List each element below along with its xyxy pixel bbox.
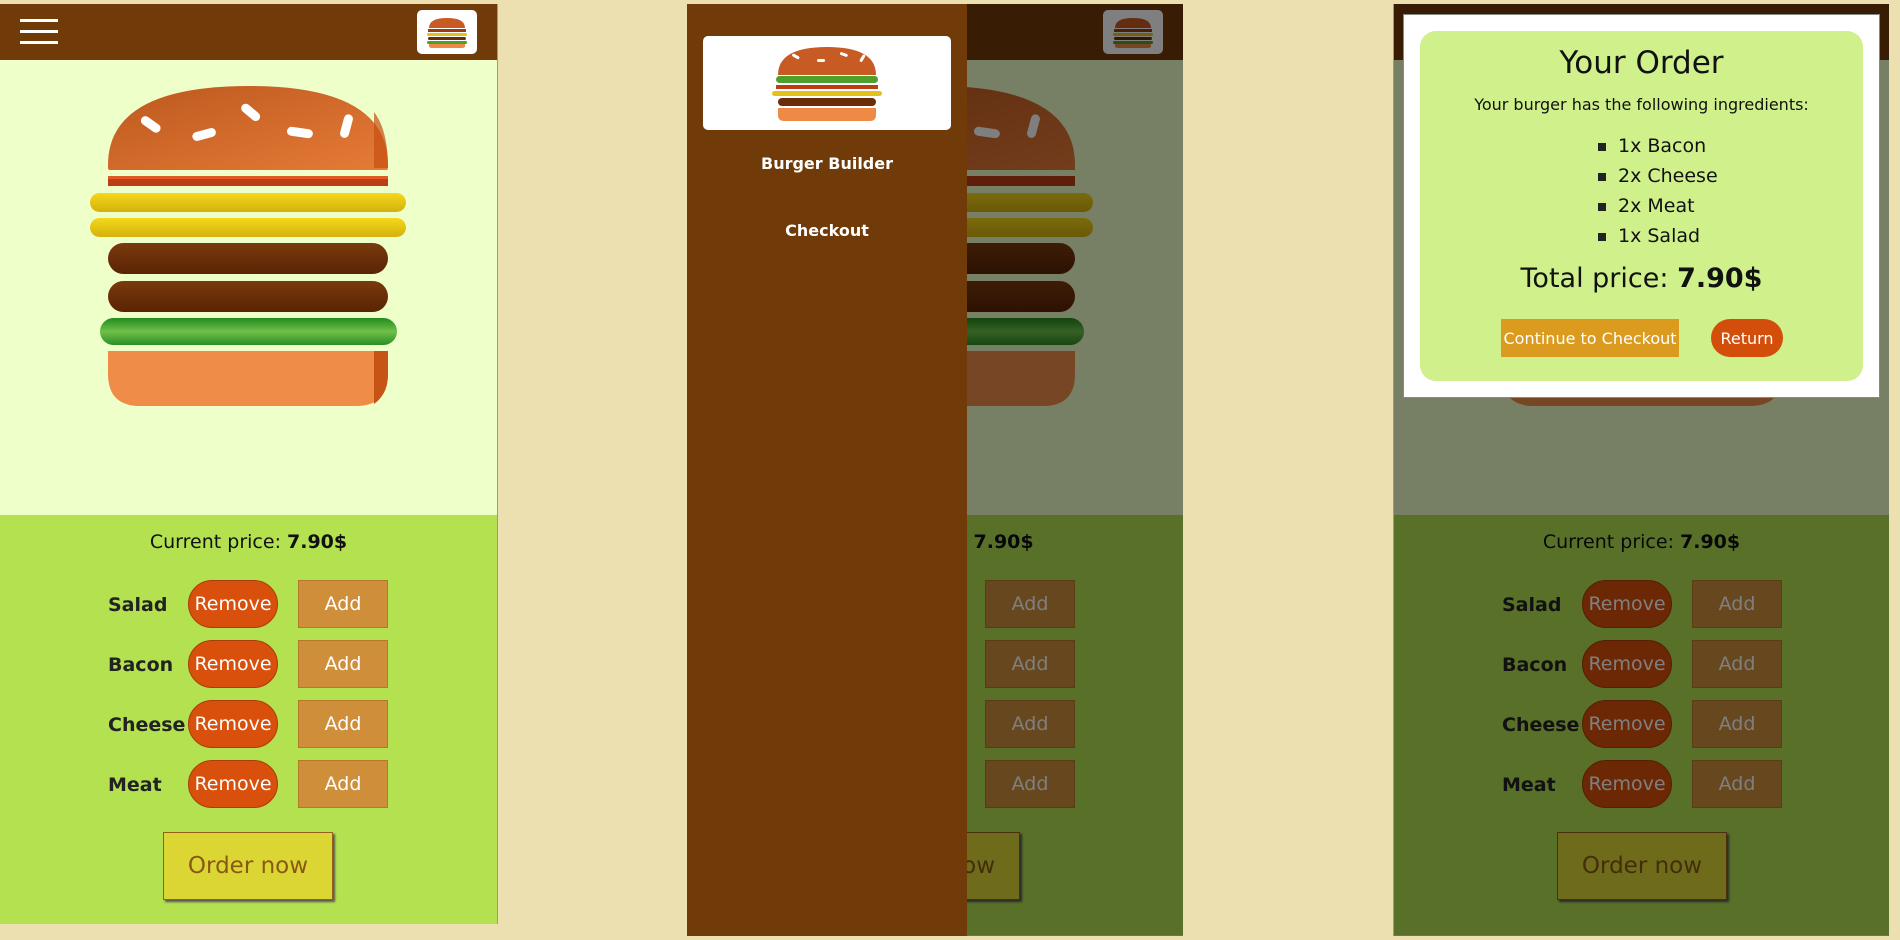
add-cheese-button[interactable]: Add — [298, 700, 388, 748]
burger-illustration — [90, 86, 406, 406]
control-row-meat: Meat Remove Add — [108, 760, 398, 808]
list-item: 1x Bacon — [1598, 131, 1718, 161]
bacon-layer — [108, 176, 388, 186]
current-price: Current price: 7.90$ — [0, 531, 497, 553]
control-row-bacon: Bacon Remove Add — [108, 640, 398, 688]
burger-logo-icon — [703, 36, 951, 130]
control-label: Bacon — [108, 654, 174, 676]
bread-bottom-layer — [108, 351, 388, 406]
burger-logo-icon[interactable] — [417, 10, 477, 54]
order-now-button[interactable]: Order now — [163, 832, 333, 900]
hamburger-menu-icon[interactable] — [20, 17, 58, 47]
ingredient-list: 1x Bacon 2x Cheese 2x Meat 1x Salad — [1598, 131, 1718, 251]
add-bacon-button[interactable]: Add — [298, 640, 388, 688]
remove-meat-button[interactable]: Remove — [188, 760, 278, 808]
continue-to-checkout-button[interactable]: Continue to Checkout — [1501, 319, 1679, 357]
side-drawer: Burger Builder Checkout — [687, 4, 967, 936]
order-summary-screen: Current price: 7.90$ Salad Remove Add Ba… — [1393, 4, 1889, 936]
order-summary-panel: Your Order Your burger has the following… — [1420, 31, 1863, 381]
price-label: Current price: — [149, 531, 281, 553]
bread-top-layer — [108, 86, 388, 170]
remove-bacon-button[interactable]: Remove — [188, 640, 278, 688]
remove-salad-button[interactable]: Remove — [188, 580, 278, 628]
modal-description: Your burger has the following ingredient… — [1474, 95, 1809, 114]
nav-checkout[interactable]: Checkout — [687, 221, 967, 240]
control-label: Cheese — [108, 714, 186, 736]
total-price: Total price: 7.90$ — [1420, 263, 1863, 294]
list-item: 1x Salad — [1598, 221, 1718, 251]
meat-layer — [108, 281, 388, 312]
add-salad-button[interactable]: Add — [298, 580, 388, 628]
price-value: 7.90$ — [287, 531, 348, 553]
total-value: 7.90$ — [1677, 263, 1763, 294]
remove-cheese-button[interactable]: Remove — [188, 700, 278, 748]
list-item: 2x Cheese — [1598, 161, 1718, 191]
order-summary-modal: Your Order Your burger has the following… — [1403, 14, 1880, 398]
side-drawer-screen: Current price: 7.90$ Salad Remove Add Ba… — [687, 4, 1183, 936]
control-label: Meat — [108, 774, 162, 796]
cheese-layer — [90, 193, 406, 212]
add-meat-button[interactable]: Add — [298, 760, 388, 808]
total-label: Total price: — [1520, 263, 1669, 294]
cheese-layer — [90, 218, 406, 237]
control-row-cheese: Cheese Remove Add — [108, 700, 398, 748]
control-row-salad: Salad Remove Add — [108, 580, 398, 628]
meat-layer — [108, 243, 388, 274]
modal-title: Your Order — [1559, 45, 1724, 81]
salad-layer — [100, 318, 397, 345]
toolbar — [0, 4, 497, 60]
control-label: Salad — [108, 594, 168, 616]
burger-preview — [0, 60, 497, 515]
list-item: 2x Meat — [1598, 191, 1718, 221]
burger-builder-screen: Current price: 7.90$ Salad Remove Add Ba… — [0, 4, 498, 924]
return-button[interactable]: Return — [1711, 319, 1783, 357]
nav-burger-builder[interactable]: Burger Builder — [687, 154, 967, 173]
build-controls: Current price: 7.90$ Salad Remove Add Ba… — [0, 515, 497, 924]
